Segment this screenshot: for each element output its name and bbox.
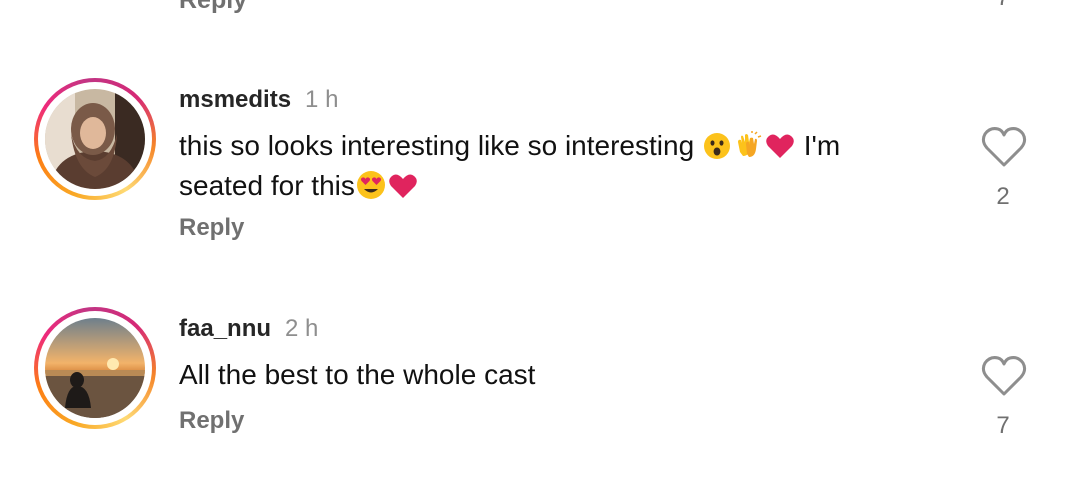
avatar-story-ring[interactable] (34, 78, 156, 200)
reply-link[interactable]: Reply (179, 407, 244, 435)
comment-meta: msmedits 1 h (179, 86, 338, 114)
avatar[interactable] (45, 89, 145, 189)
username[interactable]: faa_nnu (179, 315, 271, 342)
astonished-face-icon (703, 132, 731, 168)
comment-text: this so looks interesting like so intere… (179, 128, 899, 208)
comment-text: All the best to the whole cast (179, 359, 536, 390)
comment-time: 2 h (285, 315, 319, 342)
red-heart-icon (765, 132, 795, 168)
comment-text-part: this so looks interesting like so intere… (179, 130, 695, 161)
username[interactable]: msmedits (179, 86, 291, 113)
heart-outline-icon[interactable] (981, 354, 1027, 398)
comment-time: 1 h (305, 86, 339, 113)
avatar[interactable] (45, 318, 145, 418)
previous-like-count: 7 (988, 0, 1018, 12)
heart-outline-icon[interactable] (981, 125, 1027, 169)
reply-link[interactable]: Reply (179, 214, 244, 242)
previous-reply-link[interactable]: Reply (179, 0, 247, 15)
comment-meta: faa_nnu 2 h (179, 315, 318, 343)
heart-eyes-face-icon (356, 170, 386, 208)
clapping-hands-icon (733, 130, 763, 168)
like-count: 7 (996, 412, 1010, 439)
red-heart-icon (388, 172, 418, 208)
like-count: 2 (996, 183, 1010, 210)
avatar-story-ring[interactable] (34, 307, 156, 429)
